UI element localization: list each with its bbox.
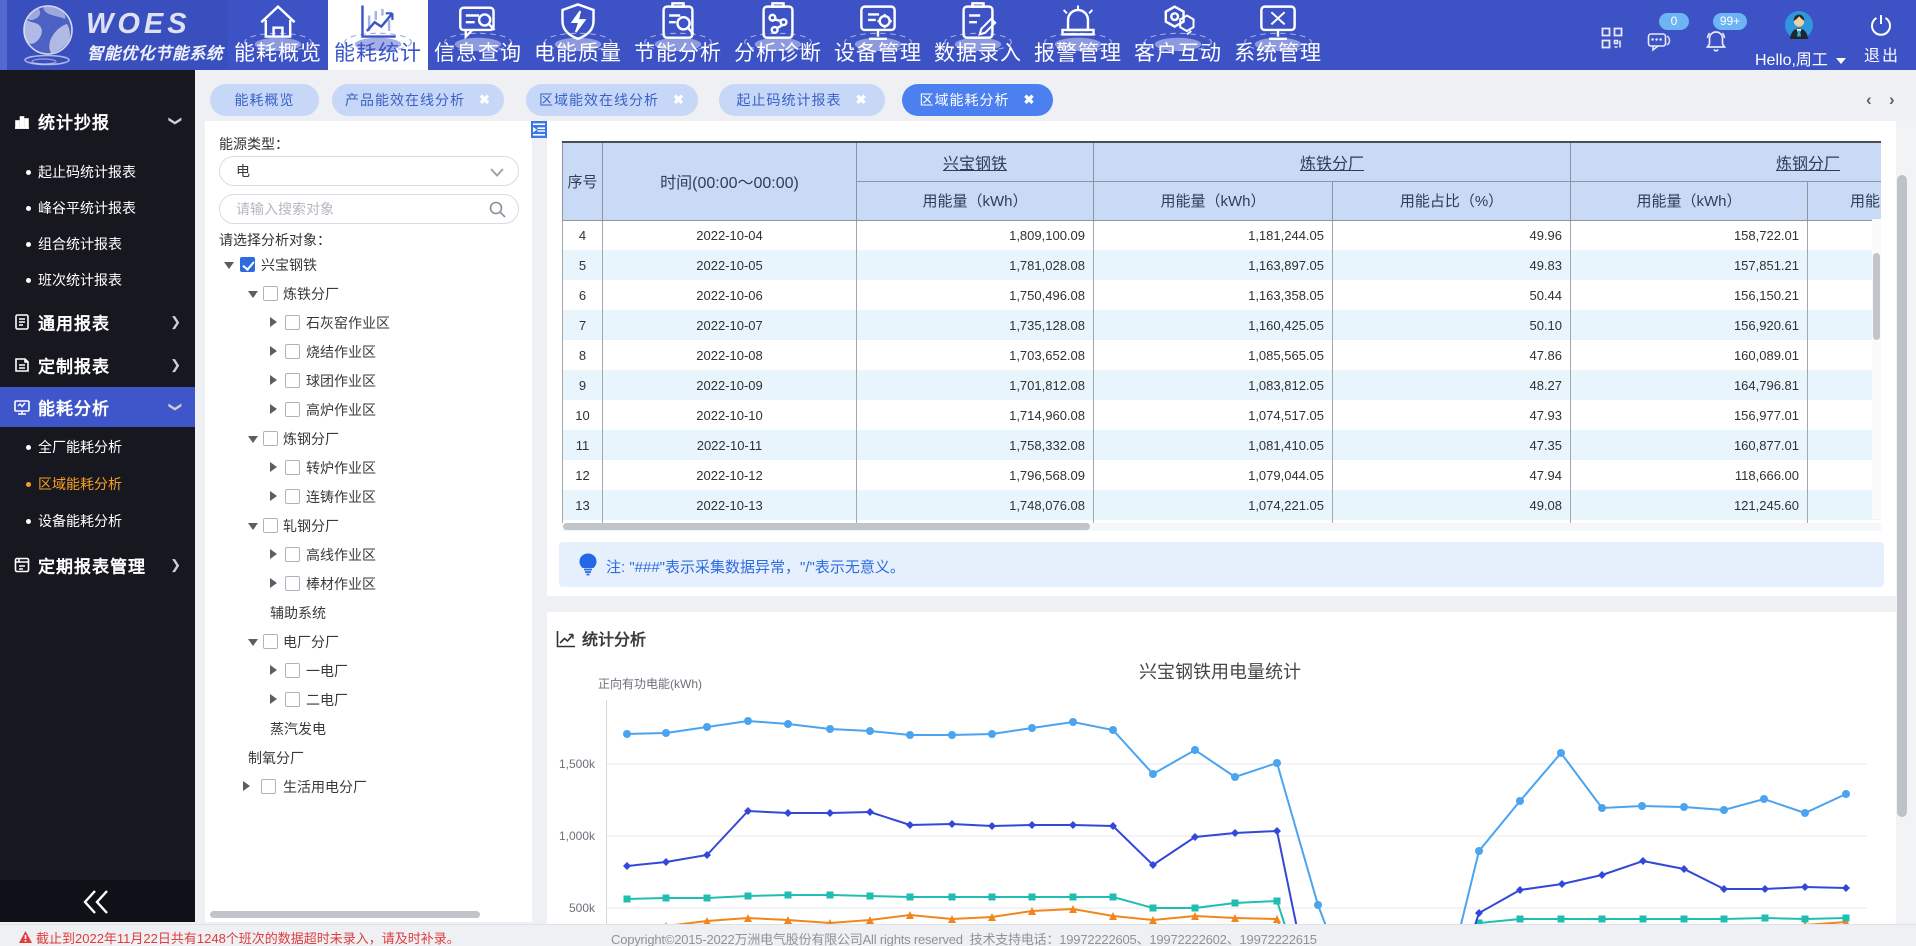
svg-text:正向有功电能(kWh): 正向有功电能(kWh) [598, 676, 702, 691]
svg-text:1,500k: 1,500k [559, 757, 596, 771]
svg-text:500k: 500k [569, 901, 596, 915]
svg-text:1,000k: 1,000k [559, 829, 596, 843]
svg-text:兴宝钢铁用电量统计: 兴宝钢铁用电量统计 [1139, 662, 1301, 682]
